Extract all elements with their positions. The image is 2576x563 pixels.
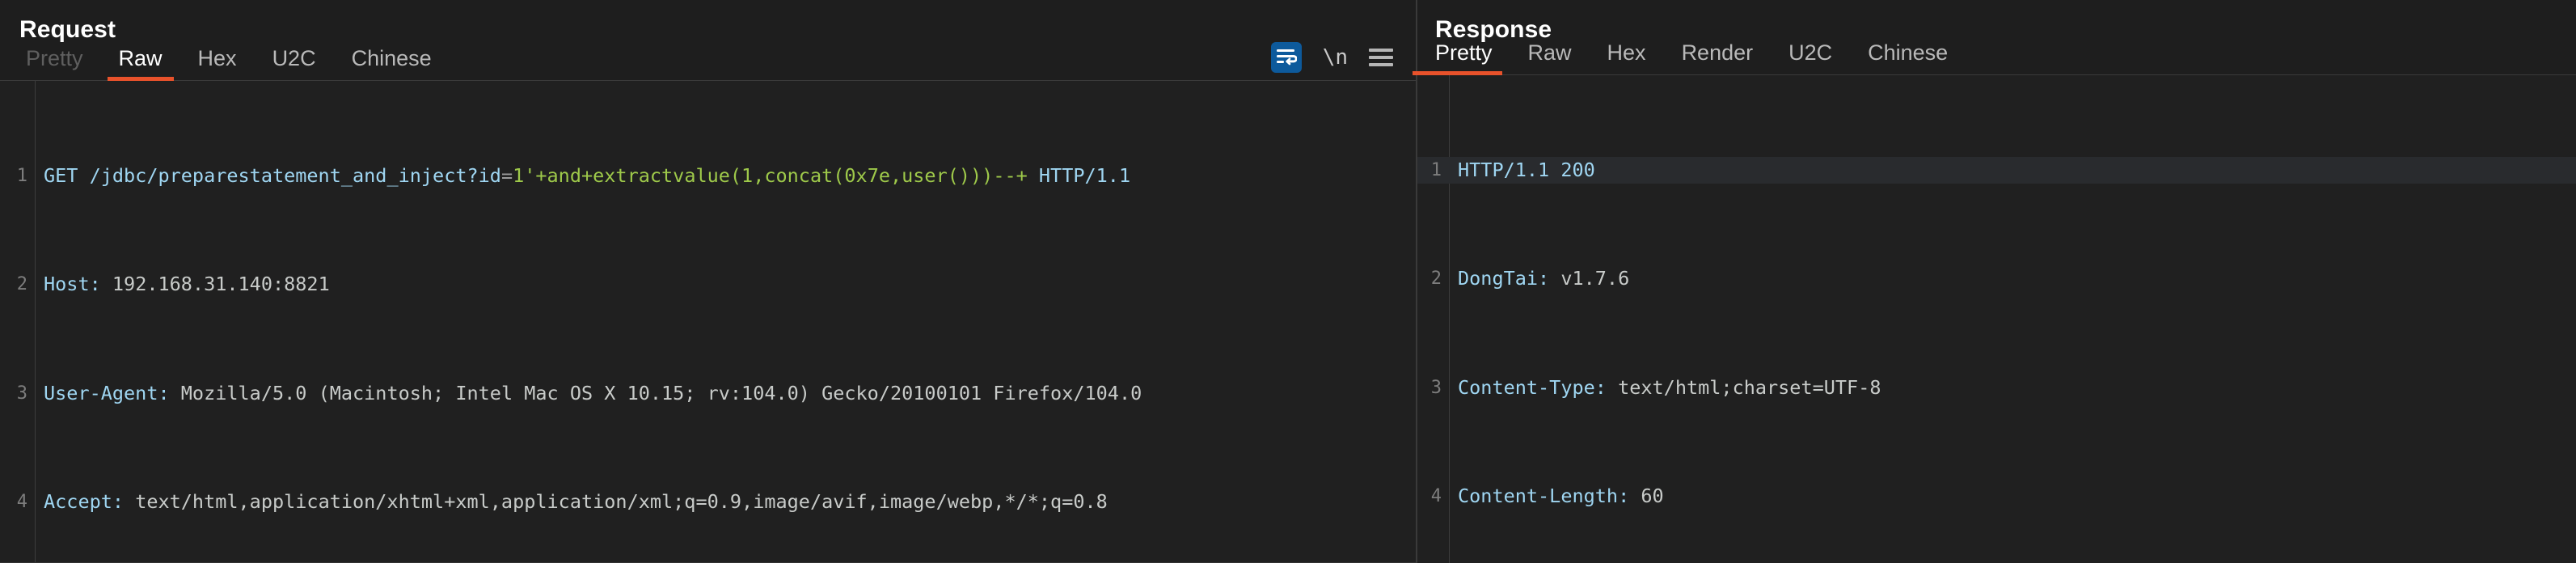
response-tab-u2c[interactable]: U2C	[1771, 42, 1850, 75]
request-line: 4 Accept: text/html,application/xhtml+xm…	[0, 489, 1416, 516]
response-tab-pretty[interactable]: Pretty	[1413, 42, 1510, 75]
newline-indicator-button[interactable]: \n	[1323, 47, 1348, 68]
header-name: DongTai:	[1458, 267, 1550, 290]
response-tab-hex[interactable]: Hex	[1590, 42, 1664, 75]
request-code: 1 GET /jdbc/preparestatement_and_inject?…	[0, 81, 1416, 562]
query-param-value: 1'+and+extractvalue(1,concat(0x7e,user()…	[513, 163, 1028, 187]
request-toolbar: \n	[1270, 42, 1416, 81]
response-line: 2 DongTai: v1.7.6	[1417, 265, 2576, 293]
line-number: 3	[1430, 377, 1442, 398]
line-content: Content-Length: 60	[1449, 483, 2576, 510]
request-line: 3 User-Agent: Mozilla/5.0 (Macintosh; In…	[0, 380, 1416, 408]
request-protocol: HTTP/1.1	[1027, 163, 1131, 187]
http-editor-workspace: Request Pretty Raw Hex U2C Chinese \n 1 …	[0, 0, 2576, 563]
response-tab-chinese[interactable]: Chinese	[1850, 42, 1966, 75]
line-number: 4	[16, 491, 27, 512]
request-line: 1 GET /jdbc/preparestatement_and_inject?…	[0, 163, 1416, 190]
line-number: 3	[16, 383, 27, 404]
header-value: 192.168.31.140:8821	[100, 273, 330, 296]
line-number: 1	[16, 165, 27, 186]
line-content: Content-Type: text/html;charset=UTF-8	[1449, 375, 2576, 402]
header-value: text/html;charset=UTF-8	[1606, 375, 1881, 399]
header-name: Content-Length:	[1458, 484, 1630, 507]
response-pane-title: Response	[1435, 16, 1552, 43]
request-tab-raw[interactable]: Raw	[101, 48, 180, 81]
line-number: 4	[1430, 485, 1442, 506]
response-tab-render[interactable]: Render	[1664, 42, 1772, 75]
response-line-active: 1 HTTP/1.1 200	[1417, 156, 2576, 184]
header-name: Content-Type:	[1458, 375, 1607, 399]
request-tab-hex[interactable]: Hex	[180, 48, 255, 81]
response-tab-raw[interactable]: Raw	[1510, 42, 1590, 75]
response-pane: Response Pretty Raw Hex Render U2C Chine…	[1413, 0, 2576, 563]
line-content: Host: 192.168.31.140:8821	[35, 271, 1416, 298]
request-tab-u2c[interactable]: U2C	[255, 48, 334, 81]
line-number: 2	[16, 274, 27, 295]
response-editor[interactable]: 1 HTTP/1.1 200 2 DongTai: v1.7.6 3 Conte…	[1417, 75, 2576, 563]
request-method: GET	[44, 163, 90, 187]
request-path: /jdbc/preparestatement_and_inject?	[89, 163, 479, 187]
header-value: text/html,application/xhtml+xml,applicat…	[124, 489, 1108, 513]
request-tab-pretty[interactable]: Pretty	[8, 48, 101, 81]
request-tabbar: Pretty Raw Hex U2C Chinese \n	[0, 42, 1416, 81]
response-line: 3 Content-Type: text/html;charset=UTF-8	[1417, 375, 2576, 402]
response-tabbar: Pretty Raw Hex Render U2C Chinese	[1413, 42, 2576, 75]
line-content: User-Agent: Mozilla/5.0 (Macintosh; Inte…	[35, 380, 1416, 408]
line-number: 1	[1430, 159, 1442, 180]
request-editor[interactable]: 1 GET /jdbc/preparestatement_and_inject?…	[0, 81, 1416, 563]
line-content: Accept: text/html,application/xhtml+xml,…	[35, 489, 1416, 516]
line-number: 2	[1430, 269, 1442, 290]
request-line: 2 Host: 192.168.31.140:8821	[0, 271, 1416, 298]
response-line: 4 Content-Length: 60	[1417, 483, 2576, 510]
header-name: Accept:	[44, 489, 125, 513]
line-content: DongTai: v1.7.6	[1449, 265, 2576, 293]
response-code: 1 HTTP/1.1 200 2 DongTai: v1.7.6 3 Conte…	[1417, 75, 2576, 563]
editor-menu-icon[interactable]	[1369, 49, 1393, 66]
header-value: v1.7.6	[1549, 267, 1630, 290]
request-pane-title: Request	[19, 16, 116, 43]
header-name: Host:	[44, 273, 101, 296]
query-param-name: id	[478, 163, 501, 187]
query-equals: =	[500, 163, 513, 187]
request-tab-chinese[interactable]: Chinese	[334, 48, 450, 81]
header-value: Mozilla/5.0 (Macintosh; Intel Mac OS X 1…	[169, 381, 1142, 404]
word-wrap-icon	[1276, 49, 1297, 66]
status-line: HTTP/1.1 200	[1458, 158, 1595, 181]
header-value: 60	[1629, 484, 1664, 507]
word-wrap-toggle-button[interactable]	[1270, 42, 1302, 73]
request-pane: Request Pretty Raw Hex U2C Chinese \n 1 …	[0, 0, 1417, 563]
line-content: GET /jdbc/preparestatement_and_inject?id…	[35, 163, 1416, 190]
header-name: User-Agent:	[44, 381, 170, 404]
